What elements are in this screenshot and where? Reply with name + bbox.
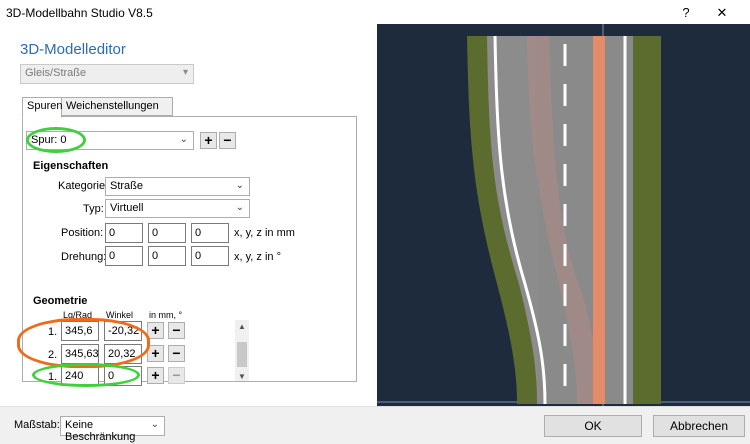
orange-track <box>593 36 605 404</box>
chevron-down-icon: ⌄ <box>235 180 244 191</box>
tab-spuren[interactable]: Spuren <box>22 97 62 118</box>
tab-weichenstellungen[interactable]: Weichenstellungen <box>61 97 173 116</box>
drehung-unit: x, y, z in ° <box>234 251 281 263</box>
kategorie-select[interactable]: Straße ⌄ <box>105 177 250 196</box>
close-button[interactable]: ✕ <box>704 3 740 23</box>
remove-spur-button[interactable]: − <box>219 132 236 149</box>
massstab-value: Keine Beschränkung <box>65 419 136 443</box>
drehung-z-field[interactable]: 0 <box>191 246 229 266</box>
geometry-add-button[interactable]: + <box>147 322 164 339</box>
annotation-green-spur <box>26 127 86 153</box>
annotation-orange-geometry <box>17 318 150 368</box>
geometry-add-button[interactable]: + <box>147 367 164 384</box>
position-label: Position: <box>61 227 104 239</box>
scroll-up-icon[interactable]: ▲ <box>238 322 246 331</box>
geometry-scrollbar[interactable]: ▲ ▼ <box>235 320 249 381</box>
road-preview <box>377 24 750 412</box>
cancel-button[interactable]: Abbrechen <box>653 415 745 437</box>
drehung-x-field[interactable]: 0 <box>105 246 143 266</box>
chevron-down-icon: ⌄ <box>235 202 244 213</box>
ok-button[interactable]: OK <box>544 415 642 437</box>
geometry-remove-button[interactable]: − <box>168 345 185 362</box>
object-type-select: Gleis/Straße ▾ <box>20 64 194 84</box>
viewport-3d[interactable] <box>377 24 750 412</box>
typ-select[interactable]: Virtuell ⌄ <box>105 199 250 218</box>
geometry-remove-button[interactable]: − <box>168 322 185 339</box>
massstab-label: Maßstab: <box>14 419 60 431</box>
kategorie-value: Straße <box>110 180 144 192</box>
geometrie-heading: Geometrie <box>33 295 88 307</box>
drehung-y-field[interactable]: 0 <box>148 246 186 266</box>
add-spur-button[interactable]: + <box>200 132 217 149</box>
annotation-green-row <box>32 363 140 387</box>
grass-right <box>633 36 661 404</box>
help-button[interactable]: ? <box>668 3 704 23</box>
editor-title: 3D-Modelleditor <box>20 41 126 58</box>
title-bar: 3D-Modellbahn Studio V8.5 ? ✕ <box>0 0 750 26</box>
drehung-label: Drehung: <box>61 251 107 263</box>
kategorie-label: Kategorie: <box>58 180 109 192</box>
window-title: 3D-Modellbahn Studio V8.5 <box>6 6 153 20</box>
footer-bar: Maßstab: Keine Beschränkung ⌄ OK Abbrech… <box>0 406 750 444</box>
scroll-down-icon[interactable]: ▼ <box>238 372 246 381</box>
position-z-field[interactable]: 0 <box>191 223 229 243</box>
col-unit: in mm, ° <box>149 310 183 320</box>
position-x-field[interactable]: 0 <box>105 223 143 243</box>
typ-value: Virtuell <box>110 202 144 214</box>
object-type-value: Gleis/Straße <box>25 67 87 79</box>
scrollbar-thumb[interactable] <box>237 342 247 367</box>
geometry-remove-button[interactable]: − <box>168 367 185 384</box>
eigenschaften-heading: Eigenschaften <box>33 160 109 172</box>
chevron-down-icon: ⌄ <box>150 419 159 430</box>
position-unit: x, y, z in mm <box>234 227 295 239</box>
position-y-field[interactable]: 0 <box>148 223 186 243</box>
chevron-down-icon: ▾ <box>182 67 188 78</box>
massstab-select[interactable]: Keine Beschränkung ⌄ <box>60 416 165 443</box>
typ-label: Typ: <box>83 203 104 215</box>
chevron-down-icon: ⌄ <box>179 134 188 145</box>
